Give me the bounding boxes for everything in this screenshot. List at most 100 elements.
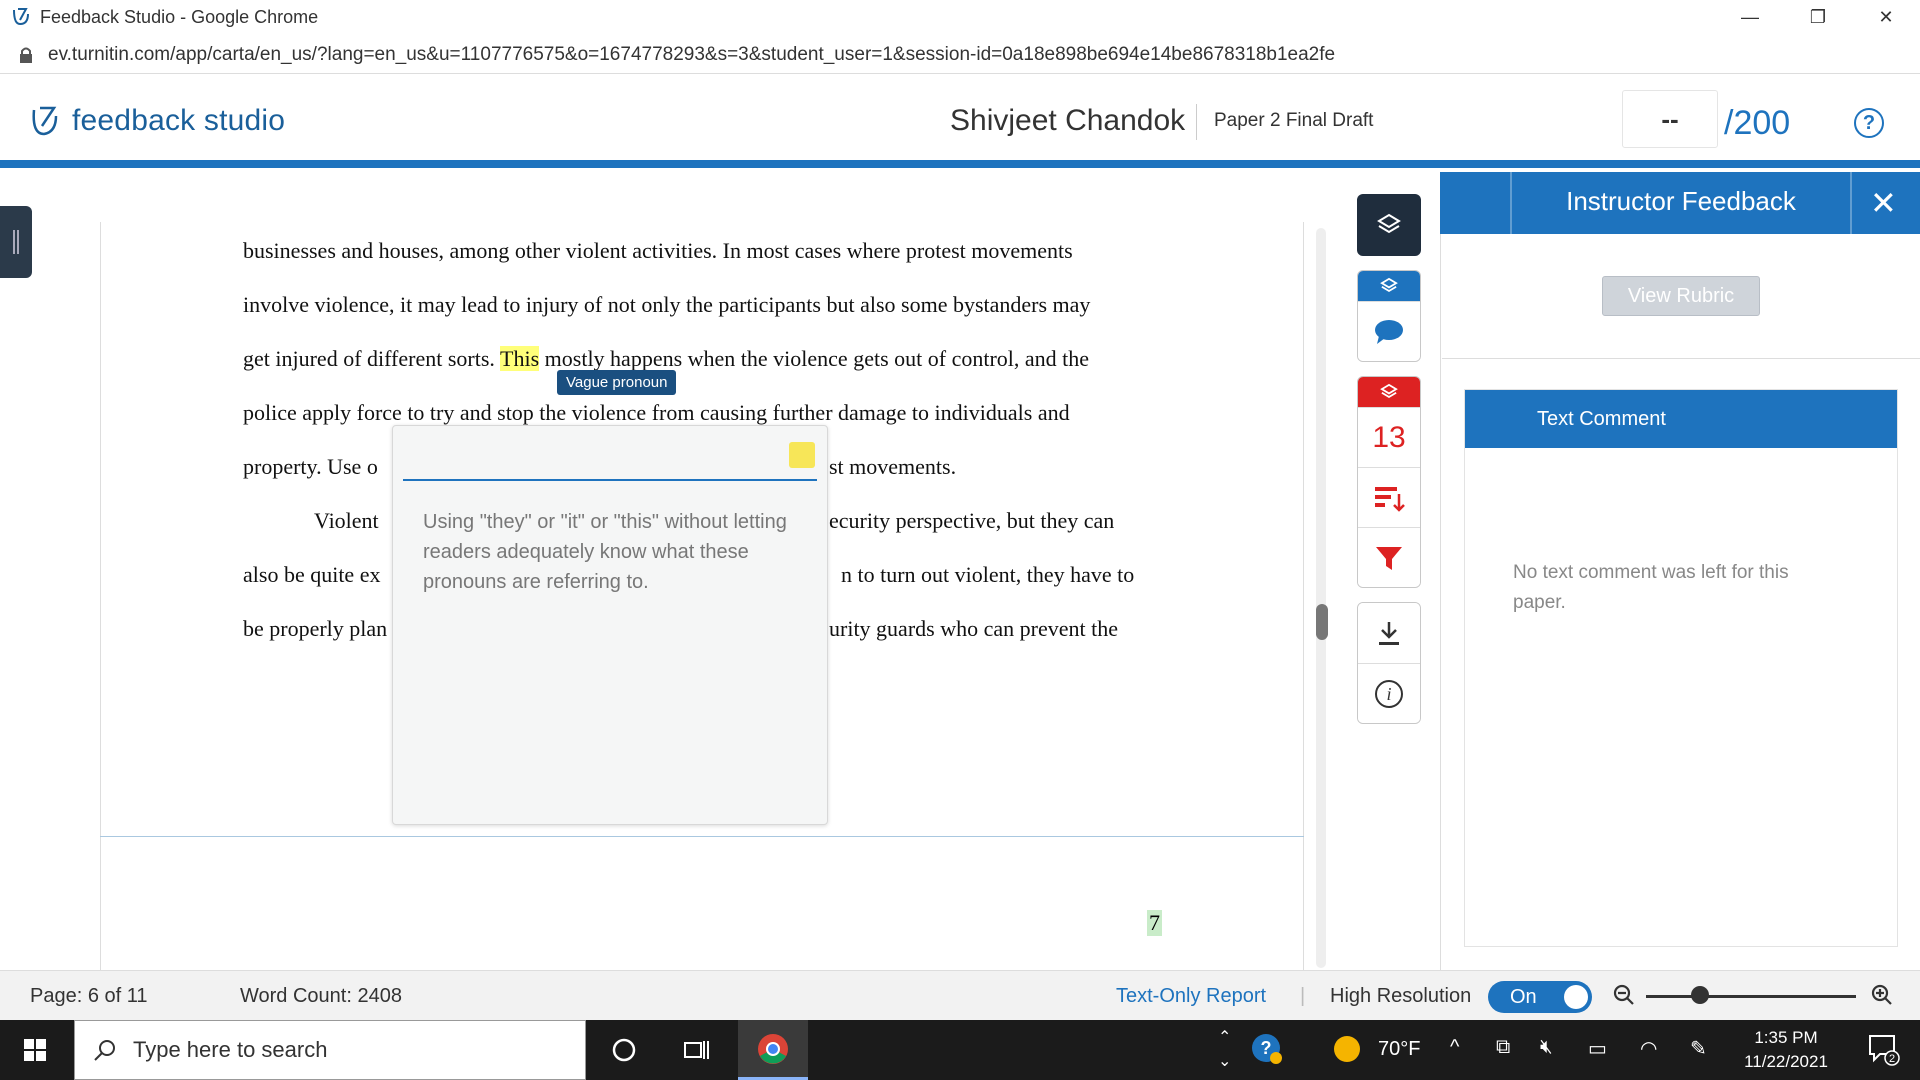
page-break xyxy=(100,836,1304,970)
doc-line: police apply force to try and stop the v… xyxy=(243,400,1070,425)
temperature[interactable]: 70°F xyxy=(1378,1038,1420,1061)
paper-title: Paper 2 Final Draft xyxy=(1214,110,1374,131)
doc-line-right: urity guards who can prevent the xyxy=(829,616,1118,641)
instructor-panel-header: Instructor Feedback ✕ xyxy=(1440,172,1920,234)
view-rubric-button[interactable]: View Rubric xyxy=(1602,276,1760,316)
comments-button[interactable] xyxy=(1358,301,1420,361)
text-only-report-link[interactable]: Text-Only Report xyxy=(1116,985,1266,1008)
zoom-in-icon[interactable] xyxy=(1870,983,1894,1007)
battery-icon[interactable]: ▭ xyxy=(1588,1036,1607,1061)
grading-layer-header[interactable] xyxy=(1358,271,1420,301)
svg-text:?: ? xyxy=(1261,1038,1272,1058)
clock-time: 1:35 PM xyxy=(1754,1028,1818,1047)
color-swatch[interactable] xyxy=(789,442,815,468)
document-scrollbar[interactable] xyxy=(1316,228,1326,968)
high-resolution-label: High Resolution xyxy=(1330,985,1472,1007)
doc-line: Violent xyxy=(314,508,379,533)
doc-line-right: st movements. xyxy=(829,454,957,479)
pen-icon[interactable]: ✎ xyxy=(1690,1036,1707,1061)
header-divider xyxy=(1196,104,1197,140)
student-name: Shivjeet Chandok xyxy=(950,104,1186,137)
wifi-icon[interactable]: ◠ xyxy=(1640,1036,1657,1061)
notification-count: 2 xyxy=(1889,1053,1895,1065)
word-count: Word Count: 2408 xyxy=(240,985,402,1007)
tool-column: 13 i xyxy=(1357,194,1421,724)
layers-icon xyxy=(1380,277,1398,293)
help-tray-icon[interactable]: ? xyxy=(1250,1032,1284,1072)
info-button[interactable]: i xyxy=(1358,663,1420,723)
scrollbar-thumb[interactable] xyxy=(1316,604,1328,640)
task-view-icon xyxy=(684,1041,709,1059)
doc-line: property. Use o xyxy=(243,454,378,479)
no-comment-message: No text comment was left for this paper. xyxy=(1513,562,1789,613)
info-icon: i xyxy=(1375,679,1403,708)
vague-pronoun-tooltip: Vague pronoun xyxy=(557,370,677,395)
text-comment-card: Text Comment No text comment was left fo… xyxy=(1464,389,1898,947)
url-text[interactable]: ev.turnitin.com/app/carta/en_us/?lang=en… xyxy=(48,44,1335,66)
doc-line: businesses and houses, among other viole… xyxy=(243,238,1073,263)
feedback-studio-logo[interactable]: feedback studio xyxy=(28,104,285,138)
zoom-slider[interactable] xyxy=(1646,995,1856,998)
logo-text: feedback studio xyxy=(72,104,286,137)
status-bar: Page: 6 of 11 Word Count: 2408 Text-Only… xyxy=(0,970,1920,1020)
zoom-out-icon[interactable] xyxy=(1612,983,1636,1007)
side-panel-handle[interactable] xyxy=(0,206,32,278)
high-resolution-toggle[interactable]: On xyxy=(1488,981,1592,1013)
score-input[interactable]: -- xyxy=(1622,90,1718,148)
similarity-layer-header[interactable] xyxy=(1358,377,1420,407)
text-comment-title: Text Comment xyxy=(1465,390,1897,448)
search-placeholder: Type here to search xyxy=(133,1037,328,1062)
task-view-button[interactable] xyxy=(666,1020,726,1080)
volume-muted-icon[interactable]: 🔇︎ xyxy=(1540,1036,1553,1059)
download-button[interactable] xyxy=(1358,603,1420,663)
windows-taskbar: Type here to search ⌃ ⌄ ? 70°F ^ ⧉ 🔇︎ ▭ ◠… xyxy=(0,1020,1920,1080)
doc-line: be properly plan xyxy=(243,616,388,641)
match-overview-button[interactable] xyxy=(1358,467,1420,527)
similarity-score[interactable]: 13 xyxy=(1358,407,1420,467)
layers-button[interactable] xyxy=(1357,194,1421,256)
start-button[interactable] xyxy=(0,1020,70,1080)
turnitin-favicon-icon xyxy=(13,8,29,26)
tray-scroll-arrows[interactable]: ⌃ ⌄ xyxy=(1218,1026,1231,1074)
layers-icon xyxy=(1377,213,1401,234)
help-icon[interactable]: ? xyxy=(1854,108,1884,138)
qm-comment-popup: Using "they" or "it" or "this" without l… xyxy=(392,425,828,825)
grading-group xyxy=(1357,270,1421,362)
close-panel-icon[interactable]: ✕ xyxy=(1870,184,1897,222)
meet-now-icon[interactable]: ⧉ xyxy=(1496,1036,1510,1059)
doc-text: mostly happens when the violence gets ou… xyxy=(539,346,1090,371)
lock-icon xyxy=(20,47,32,63)
taskbar-search[interactable]: Type here to search xyxy=(74,1020,586,1080)
chrome-taskbar-button[interactable] xyxy=(738,1020,808,1080)
doc-line: involve violence, it may lead to injury … xyxy=(243,292,1091,317)
panel-separator xyxy=(1442,358,1920,359)
weather-icon[interactable] xyxy=(1332,1034,1362,1070)
page-indicator: Page: 6 of 11 xyxy=(30,985,148,1007)
speech-bubble-icon xyxy=(1375,319,1403,344)
cortana-button[interactable] xyxy=(594,1020,654,1080)
toggle-state: On xyxy=(1510,986,1537,1008)
notification-icon[interactable]: 2 xyxy=(1866,1032,1900,1072)
minimize-button[interactable]: — xyxy=(1716,0,1784,34)
address-bar[interactable]: ev.turnitin.com/app/carta/en_us/?lang=en… xyxy=(0,36,1920,74)
vague-pronoun-highlight[interactable]: This xyxy=(500,346,540,371)
close-window-button[interactable]: ✕ xyxy=(1852,0,1920,34)
search-icon xyxy=(94,1040,115,1061)
app-header: feedback studio Shivjeet Chandok Paper 2… xyxy=(0,76,1920,168)
score-total: /200 xyxy=(1724,104,1791,142)
similarity-group: 13 xyxy=(1357,376,1421,588)
filter-button[interactable] xyxy=(1358,527,1420,587)
svg-text:i: i xyxy=(1386,684,1391,704)
windows-icon xyxy=(24,1039,46,1061)
zoom-slider-handle[interactable] xyxy=(1691,986,1709,1004)
filter-icon xyxy=(1376,546,1402,570)
doc-text: get injured of different sorts. xyxy=(243,346,501,371)
cortana-icon xyxy=(612,1038,636,1062)
system-clock[interactable]: 1:35 PM 11/22/2021 xyxy=(1706,1026,1866,1074)
download-icon xyxy=(1379,622,1399,645)
doc-line: get injured of different sorts. This mos… xyxy=(243,346,1089,372)
window-title: Feedback Studio - Google Chrome xyxy=(40,6,319,27)
popup-header xyxy=(403,426,817,481)
show-hidden-icons[interactable]: ^ xyxy=(1450,1036,1459,1059)
restore-button[interactable]: ❐ xyxy=(1784,0,1852,34)
